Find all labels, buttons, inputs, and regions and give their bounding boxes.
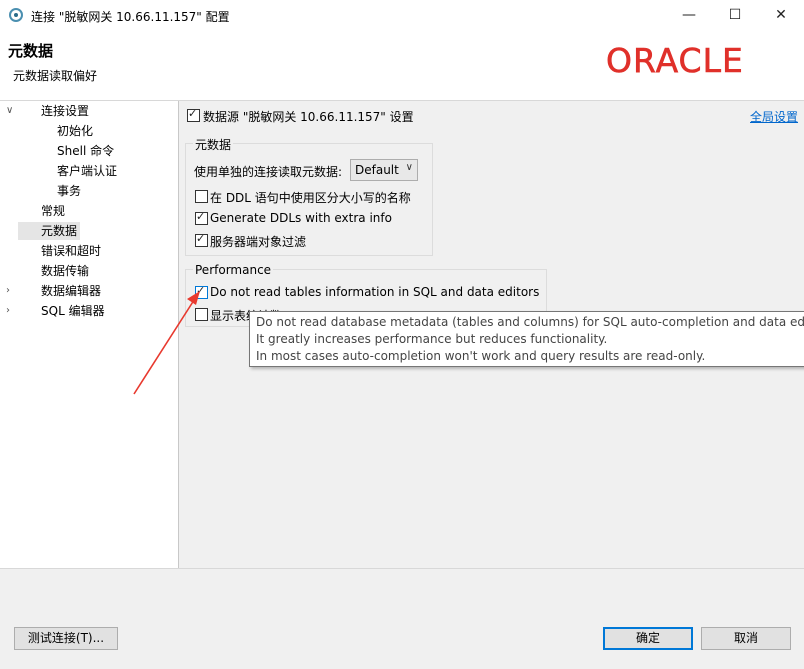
title-bar: 连接 "脱敏网关 10.66.11.157" 配置 — ☐ ✕ <box>0 0 804 31</box>
tooltip-line: It greatly increases performance but red… <box>256 332 608 346</box>
separate-connection-select[interactable]: Default ∨ <box>350 159 418 181</box>
tree-item-transactions[interactable]: 事务 <box>57 182 81 200</box>
tree-item-client-auth[interactable]: 客户端认证 <box>57 162 117 180</box>
tree-item-general[interactable]: 常规 <box>41 202 65 220</box>
global-settings-link[interactable]: 全局设置 <box>750 108 798 125</box>
tree-item-sql-editor[interactable]: SQL 编辑器 <box>41 302 105 320</box>
skip-table-info-label: Do not read tables information in SQL an… <box>210 285 540 299</box>
chevron-down-icon[interactable]: ∨ <box>6 102 16 120</box>
maximize-icon[interactable]: ☐ <box>712 0 758 31</box>
separate-connection-label: 使用单独的连接读取元数据: <box>194 165 343 179</box>
tree-item-connection-settings[interactable]: 连接设置 <box>41 102 89 120</box>
option-tooltip: Do not read database metadata (tables an… <box>249 311 804 367</box>
tree-item-metadata[interactable]: 元数据 <box>18 222 80 240</box>
dbeaver-app-icon <box>9 8 23 22</box>
show-table-stats-checkbox[interactable] <box>195 308 208 321</box>
dialog-footer: 测试连接(T)... 确定 取消 <box>0 568 804 669</box>
tree-item-shell[interactable]: Shell 命令 <box>57 142 114 160</box>
tree-item-data-transfer[interactable]: 数据传输 <box>41 262 89 280</box>
server-side-filter-label: 服务器端对象过滤 <box>210 235 307 249</box>
tooltip-line: In most cases auto-completion won't work… <box>256 349 706 363</box>
page-header: 元数据 元数据读取偏好 ORACLE <box>0 31 804 101</box>
chevron-right-icon[interactable]: › <box>6 282 16 300</box>
performance-group-title: Performance <box>193 263 274 277</box>
case-sensitive-ddl-checkbox[interactable] <box>195 190 208 203</box>
tree-item-data-editor[interactable]: 数据编辑器 <box>41 282 101 300</box>
chevron-right-icon[interactable]: › <box>6 302 16 320</box>
tooltip-line: Do not read database metadata (tables an… <box>256 315 804 329</box>
ddl-extra-info-checkbox[interactable] <box>195 210 208 225</box>
separate-connection-value: Default <box>355 163 399 177</box>
tree-item-init[interactable]: 初始化 <box>57 122 93 140</box>
close-icon[interactable]: ✕ <box>758 0 804 31</box>
oracle-logo: ORACLE <box>606 41 744 81</box>
metadata-group-title: 元数据 <box>193 136 234 153</box>
datasource-settings-checkbox[interactable] <box>187 107 200 122</box>
tree-item-errors[interactable]: 错误和超时 <box>41 242 101 260</box>
ddl-extra-info-label: Generate DDLs with extra info <box>210 211 392 225</box>
minimize-icon[interactable]: — <box>666 0 712 31</box>
test-connection-button[interactable]: 测试连接(T)... <box>14 627 118 650</box>
window-title: 连接 "脱敏网关 10.66.11.157" 配置 <box>31 10 230 24</box>
settings-tree: ∨ 连接设置 初始化 Shell 命令 客户端认证 事务 常规 元数据 错误和超… <box>0 101 179 568</box>
skip-table-info-checkbox[interactable] <box>195 284 208 299</box>
case-sensitive-ddl-label: 在 DDL 语句中使用区分大小写的名称 <box>210 191 411 205</box>
chevron-down-icon: ∨ <box>405 162 413 173</box>
server-side-filter-checkbox[interactable] <box>195 232 208 247</box>
page-title: 元数据 <box>8 42 54 60</box>
ok-button[interactable]: 确定 <box>603 627 693 650</box>
page-subtitle: 元数据读取偏好 <box>13 69 98 83</box>
cancel-button[interactable]: 取消 <box>701 627 791 650</box>
datasource-settings-label: 数据源 "脱敏网关 10.66.11.157" 设置 <box>203 110 414 124</box>
